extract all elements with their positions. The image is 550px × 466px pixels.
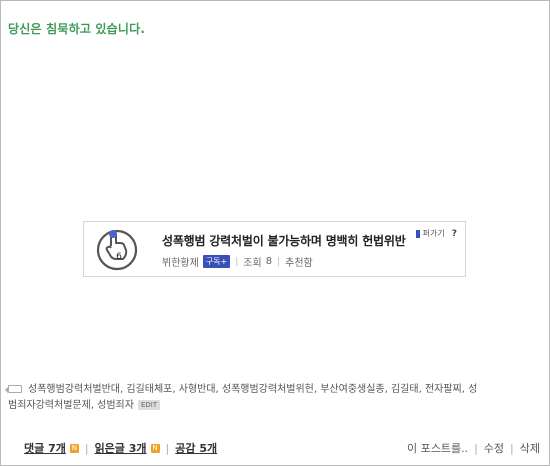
scrap-icon (415, 229, 420, 238)
views-label: 조회 (243, 258, 262, 269)
post-title[interactable]: 성폭행범 강력처벌이 불가능하며 명백히 헌법위반 (162, 232, 406, 249)
views-count: 8 (265, 256, 273, 267)
tag-edit-button[interactable]: EDIT (137, 400, 161, 410)
meta-divider: | (277, 256, 281, 267)
post-share-link[interactable]: 이 포스트를.. (407, 440, 468, 456)
delete-link[interactable]: 삭제 (520, 440, 540, 456)
scrap-button[interactable]: 퍼가기 (423, 228, 445, 239)
page-title: 당신은 침묵하고 있습니다. (8, 22, 146, 36)
hand-pointer-icon[interactable]: 6 (94, 226, 140, 272)
card-tools: 퍼가기 ? (415, 228, 457, 239)
help-icon[interactable]: ? (452, 229, 457, 239)
meta-divider: | (235, 256, 239, 267)
footer-divider: | (84, 441, 89, 455)
footer-divider: | (474, 441, 478, 455)
author-name[interactable]: 뷔한황제 (162, 254, 199, 269)
footer-divider: | (510, 441, 514, 455)
post-card[interactable]: 6 성폭행범 강력처벌이 불가능하며 명백히 헌법위반 뷔한황제 구독+ | 조… (83, 221, 466, 277)
tag-icon (5, 385, 22, 393)
hand-pointer-svg (96, 229, 138, 271)
sympathy-link[interactable]: 공감 5개 (175, 440, 217, 456)
new-badge-icon: N (69, 443, 79, 453)
comments-link[interactable]: 댓글 7개 (24, 440, 66, 456)
tag-list: 성폭행범강력처벌반대, 김길태체포, 사형반대, 성폭행범강력처벌위헌, 부산여… (5, 382, 478, 414)
edit-link[interactable]: 수정 (484, 440, 504, 456)
new-badge-icon: N (150, 443, 160, 453)
post-meta: 뷔한황제 구독+ | 조회 8 | 추천함 (162, 254, 313, 269)
tag-text[interactable]: 성폭행범강력처벌반대, 김길태체포, 사형반대, 성폭행범강력처벌위헌, 부산여… (8, 384, 477, 411)
recommend-link[interactable]: 추천함 (285, 254, 313, 269)
post-actions: 이 포스트를.. | 수정 | 삭제 (407, 440, 540, 456)
footer-divider: | (165, 441, 170, 455)
readers-link[interactable]: 읽은글 3개 (95, 440, 147, 456)
post-footer: 댓글 7개 N | 읽은글 3개 N | 공감 5개 (24, 440, 217, 456)
recommend-count: 6 (116, 252, 122, 262)
subscribe-button[interactable]: 구독+ (202, 255, 231, 268)
